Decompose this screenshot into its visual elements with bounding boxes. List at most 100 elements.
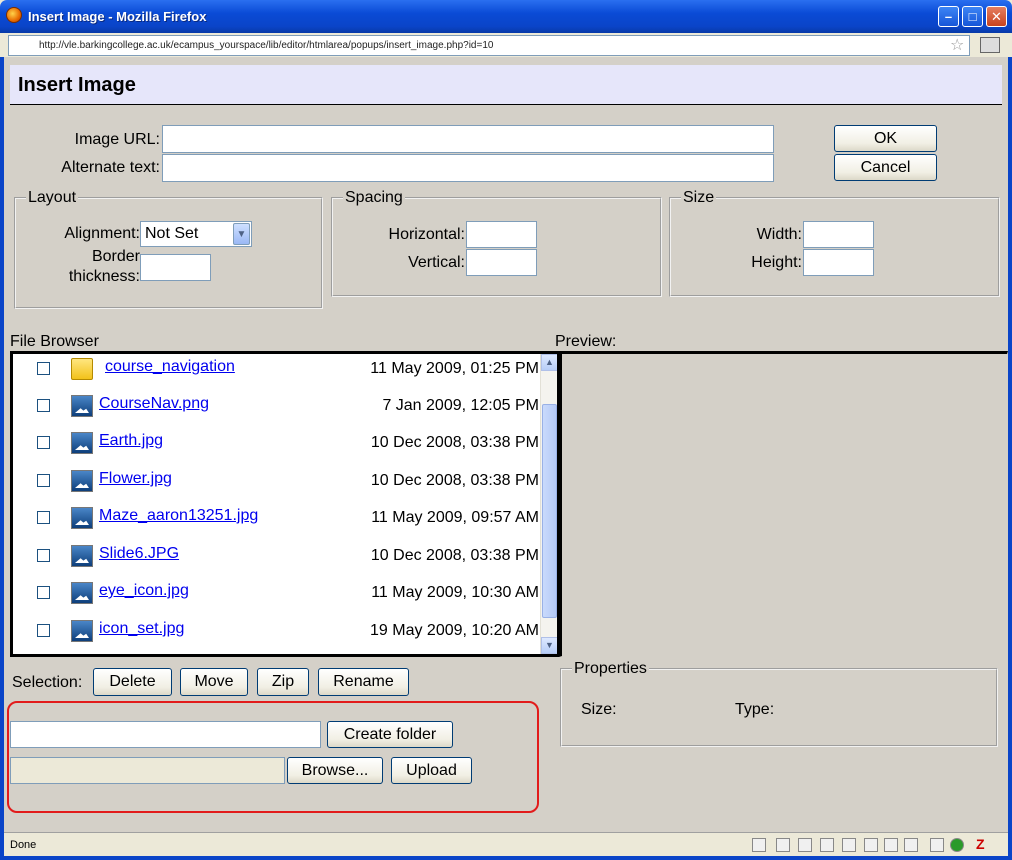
file-checkbox[interactable] [37,624,50,637]
page-info-icon[interactable] [752,838,766,852]
image-url-label: Image URL: [74,131,160,148]
file-name-link[interactable]: icon_set.jpg [99,620,184,638]
spacing-legend: Spacing [345,189,403,206]
save-icon[interactable] [820,838,834,852]
horizontal-label: Horizontal: [388,226,465,243]
image-file-icon [71,395,93,417]
zotero-icon[interactable]: Z [976,836,990,852]
image-file-icon [71,470,93,492]
close-button[interactable]: ✕ [986,6,1007,27]
dialog-header: Insert Image [10,65,1002,105]
file-row[interactable]: Maze_aaron13251.jpg 11 May 2009, 09:57 A… [13,503,543,540]
page-title: Insert Image [18,74,136,96]
bookmark-star-icon[interactable]: ☆ [950,35,964,55]
file-row[interactable]: Flower.jpg 10 Dec 2008, 03:38 PM [13,466,543,503]
file-checkbox[interactable] [37,549,50,562]
status-text: Done [10,839,37,851]
window-list-icon[interactable] [980,37,1000,53]
height-input[interactable] [803,249,874,276]
height-label: Height: [751,254,802,271]
file-name-link[interactable]: Maze_aaron13251.jpg [99,507,258,525]
resize-grip-icon[interactable] [994,838,1008,852]
file-checkbox[interactable] [37,511,50,524]
file-date: 11 May 2009, 01:25 PM [370,360,539,377]
image-file-icon [71,507,93,529]
browse-button[interactable]: Browse... [287,757,383,784]
edit-icon[interactable] [776,838,790,852]
move-button[interactable]: Move [180,668,248,696]
file-name-link[interactable]: Slide6.JPG [99,545,179,563]
preview-pane [559,351,1008,657]
mail-icon[interactable] [884,838,898,852]
image-url-input[interactable] [162,125,774,153]
file-row[interactable]: Slide6.JPG 10 Dec 2008, 03:38 PM [13,541,543,578]
new-folder-name-input[interactable] [10,721,321,748]
cancel-button[interactable]: Cancel [834,154,937,181]
file-checkbox[interactable] [37,362,50,375]
file-checkbox[interactable] [37,399,50,412]
border-thickness-label: Border thickness: [64,247,140,287]
border-thickness-input[interactable] [140,254,211,281]
file-name-link[interactable]: eye_icon.jpg [99,582,189,600]
alt-text-input[interactable] [162,154,774,182]
create-folder-button[interactable]: Create folder [327,721,453,748]
scroll-down-icon[interactable]: ▼ [541,637,557,654]
width-input[interactable] [803,221,874,248]
tools-icon[interactable] [930,838,944,852]
title-bar: Insert Image - Mozilla Firefox – □ ✕ [0,0,1012,33]
image-file-icon [71,582,93,604]
file-name-link[interactable]: Earth.jpg [99,432,163,450]
file-name-link[interactable]: Flower.jpg [99,470,172,488]
selection-label: Selection: [12,674,83,691]
size-property-label: Size: [581,701,617,718]
rename-button[interactable]: Rename [318,668,409,696]
file-browser-scrollbar[interactable]: ▲ ▼ [540,354,557,654]
file-row[interactable]: CourseNav.png 7 Jan 2009, 12:05 PM [13,391,543,428]
alignment-value: Not Set [145,225,199,242]
file-checkbox[interactable] [37,474,50,487]
image-file-icon [71,545,93,567]
file-name-link[interactable]: course_navigation [105,358,235,376]
scroll-up-icon[interactable]: ▲ [541,354,557,371]
vertical-label: Vertical: [408,254,465,271]
upload-file-path-input[interactable] [10,757,285,784]
properties-legend: Properties [574,660,647,677]
file-name-link[interactable]: CourseNav.png [99,395,209,413]
ok-button[interactable]: OK [834,125,937,152]
refresh-icon[interactable] [864,838,878,852]
file-row[interactable]: eye_icon.jpg 11 May 2009, 10:30 AM [13,578,543,615]
maximize-button[interactable]: □ [962,6,983,27]
alignment-select[interactable]: Not Set ▼ [140,221,252,247]
file-date: 10 Dec 2008, 03:38 PM [370,434,539,451]
file-browser-label: File Browser [10,333,99,350]
zip-button[interactable]: Zip [257,668,309,696]
file-row[interactable]: icon_set.jpg 19 May 2009, 10:20 AM [13,616,543,653]
layout-legend: Layout [28,189,77,206]
properties-group: Properties [560,660,998,747]
horizontal-spacing-input[interactable] [466,221,537,248]
chevron-down-icon[interactable]: ▼ [233,223,250,245]
status-bar: Done Z [4,832,1008,856]
file-date: 10 Dec 2008, 03:38 PM [370,547,539,564]
layout-group: Layout [14,189,323,309]
file-date: 11 May 2009, 10:30 AM [371,584,539,601]
vertical-spacing-input[interactable] [466,249,537,276]
file-date: 7 Jan 2009, 12:05 PM [382,397,539,414]
width-label: Width: [756,226,802,243]
file-checkbox[interactable] [37,586,50,599]
file-row[interactable]: course_navigation 11 May 2009, 01:25 PM [13,354,543,391]
print-icon[interactable] [842,838,856,852]
activity-icon[interactable] [904,838,918,852]
minimize-button[interactable]: – [938,6,959,27]
folder-icon [71,358,93,380]
status-ok-icon[interactable] [950,838,964,852]
url-field[interactable]: http://vle.barkingcollege.ac.uk/ecampus_… [8,35,970,56]
file-row[interactable]: Earth.jpg 10 Dec 2008, 03:38 PM [13,428,543,465]
scroll-thumb[interactable] [542,404,557,618]
network-icon[interactable] [798,838,812,852]
delete-button[interactable]: Delete [93,668,172,696]
upload-button[interactable]: Upload [391,757,472,784]
file-browser[interactable]: course_navigation 11 May 2009, 01:25 PM … [10,351,560,657]
dialog-content: Insert Image Image URL: Alternate text: … [4,57,1008,832]
file-checkbox[interactable] [37,436,50,449]
